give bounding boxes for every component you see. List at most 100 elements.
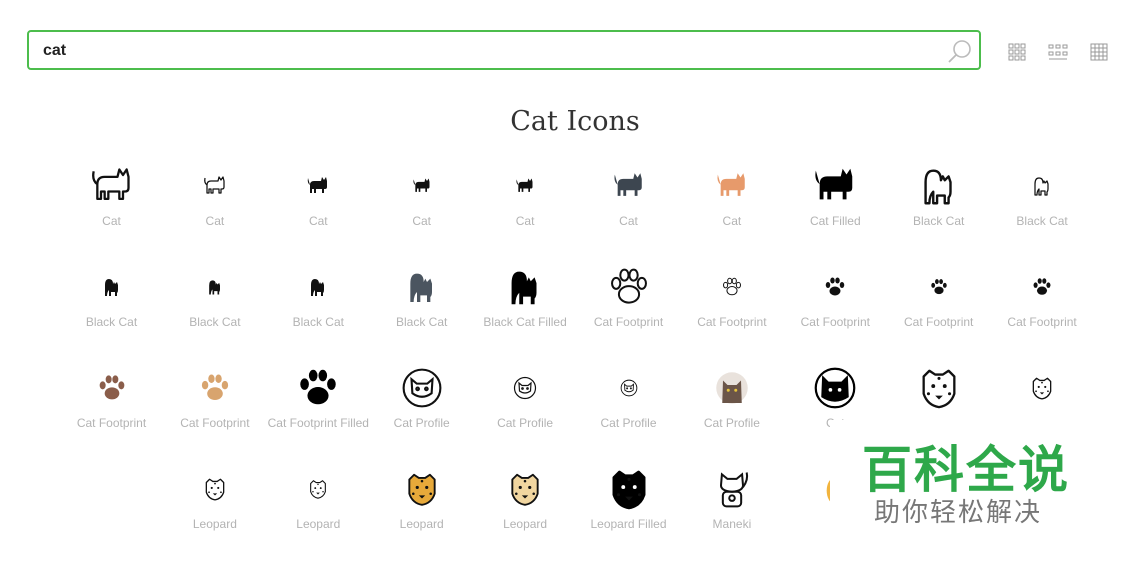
cat-profile-icon xyxy=(402,368,442,408)
maneki-icon xyxy=(719,472,749,508)
icon-tile[interactable]: Cat xyxy=(163,158,266,258)
cat-icon xyxy=(308,177,328,193)
icon-tile[interactable]: Cat Footprint xyxy=(163,360,266,460)
icon-tile[interactable]: Black Cat Filled xyxy=(474,259,577,359)
icon-tile[interactable]: Leopard xyxy=(370,461,473,561)
icon-label: Cat Footprint xyxy=(593,315,664,329)
cat-footprint-icon xyxy=(201,374,228,401)
icon-label: Leopard Filled xyxy=(590,517,667,531)
icon-tile[interactable]: Cat Footprint xyxy=(680,259,783,359)
icon-label: Cat Footprint xyxy=(904,315,974,329)
icon-tile[interactable]: Cat xyxy=(680,158,783,258)
icon-tile[interactable]: Cat Profile xyxy=(680,360,783,460)
black-cat-filled-icon xyxy=(511,271,537,305)
cat-footprint-icon xyxy=(826,277,845,296)
icon-tile[interactable]: Cat Footprint xyxy=(784,259,887,359)
watermark: 百科全说 助你轻松解决 xyxy=(830,420,1134,566)
cat-icon xyxy=(91,168,130,200)
cat-icon xyxy=(204,176,225,194)
icon-label: Cat xyxy=(515,214,535,228)
icon-tile[interactable]: Leopard xyxy=(163,461,266,561)
icon-tile[interactable]: Cat xyxy=(267,158,370,258)
icon-label: Black Cat xyxy=(1016,214,1068,228)
icon-label: Cat Footprint xyxy=(800,315,870,329)
cat-profile-icon xyxy=(513,376,537,400)
icon-label: Cat Profile xyxy=(393,416,450,430)
cat-icon xyxy=(717,173,745,196)
icon-tile[interactable]: Cat Profile xyxy=(370,360,473,460)
icon-label: Cat Footprint xyxy=(697,315,767,329)
icon-tile[interactable]: Cat Profile xyxy=(577,360,680,460)
icon-label: Cat xyxy=(412,214,432,228)
leopard-filled-icon xyxy=(612,470,645,510)
icon-label: Cat Filled xyxy=(809,214,861,228)
cat-footprint-icon xyxy=(610,268,647,304)
icon-label: Cat xyxy=(205,214,225,228)
black-cat-icon xyxy=(1034,177,1049,196)
icon-label: Cat xyxy=(722,214,742,228)
icon-tile[interactable]: Leopard Filled xyxy=(577,461,680,561)
cat-icon xyxy=(1032,377,1052,400)
black-cat-icon xyxy=(410,273,432,302)
icon-tile[interactable]: Cat xyxy=(60,158,163,258)
icon-label: Cat xyxy=(102,214,121,228)
watermark-sub: 助你轻松解决 xyxy=(874,498,1043,528)
icon-label: Cat Footprint xyxy=(1007,315,1077,329)
icon-tile[interactable]: Cat Footprint xyxy=(577,259,680,359)
icon-tile[interactable]: Cat xyxy=(577,158,680,258)
black-cat-icon xyxy=(311,279,325,296)
icon-label: Leopard xyxy=(399,517,444,531)
cat-icon xyxy=(413,178,430,192)
black-cat-icon xyxy=(924,169,952,205)
icon-label: Black Cat xyxy=(85,315,138,329)
cat-footprint-filled-icon xyxy=(300,369,337,405)
icon-tile[interactable]: Cat xyxy=(370,158,473,258)
icon-tile[interactable]: Cat Footprint xyxy=(887,259,990,359)
icon-tile[interactable]: Black Cat xyxy=(370,259,473,359)
icon-label: Black Cat xyxy=(292,315,344,329)
leopard-icon xyxy=(511,473,539,506)
icon-tile[interactable]: Leopard xyxy=(267,461,370,561)
icon-tile[interactable]: Black Cat xyxy=(163,259,266,359)
icon-label: Cat Footprint xyxy=(180,416,250,430)
cat-profile-icon xyxy=(620,379,637,397)
icon-tile[interactable]: Leopard xyxy=(474,461,577,561)
cat-footprint-icon xyxy=(99,375,124,400)
black-cat-icon xyxy=(209,280,220,295)
icon-tile[interactable]: Black Cat xyxy=(267,259,370,359)
icon-tile[interactable]: Cat xyxy=(474,158,577,258)
icon-label: Black Cat Filled xyxy=(483,315,567,329)
icon-label: Leopard xyxy=(503,517,548,531)
icon-label: Maneki xyxy=(712,517,752,531)
icon-tile[interactable]: Cat Footprint xyxy=(60,360,163,460)
icon-tile[interactable]: Black Cat xyxy=(60,259,163,359)
icon-label: Cat xyxy=(619,214,638,228)
search-icon[interactable] xyxy=(947,38,973,64)
icon-label: Leopard xyxy=(192,517,237,531)
icon-label: Black Cat xyxy=(913,214,965,228)
icon-tile[interactable]: Cat Footprint xyxy=(991,259,1094,359)
leopard-icon xyxy=(205,478,225,501)
view-list-grid-icon[interactable] xyxy=(1089,42,1109,62)
cat-icon xyxy=(814,367,856,409)
search-box[interactable] xyxy=(27,30,981,70)
cat-footprint-icon xyxy=(722,277,741,296)
icon-tile[interactable]: Black Cat xyxy=(887,158,990,258)
icon-label: Cat Footprint Filled xyxy=(267,416,369,430)
icon-tile[interactable]: Maneki xyxy=(680,461,783,561)
icon-label: Cat Footprint xyxy=(76,416,147,430)
page-title: Cat Icons xyxy=(510,106,640,137)
icon-label: Cat Profile xyxy=(600,416,657,430)
icon-tile[interactable]: Cat Filled xyxy=(784,158,887,258)
cat-footprint-icon xyxy=(930,279,947,295)
view-medium-grid-icon[interactable] xyxy=(1048,42,1068,62)
icon-tile[interactable]: Cat Profile xyxy=(474,360,577,460)
search-input[interactable] xyxy=(41,32,925,70)
cat-icon xyxy=(516,178,533,192)
icon-tile[interactable]: Cat Footprint Filled xyxy=(267,360,370,460)
icon-tile[interactable]: Black Cat xyxy=(991,158,1094,258)
icon-label: Leopard xyxy=(296,517,341,531)
view-small-grid-icon[interactable] xyxy=(1007,42,1027,62)
icon-label: Black Cat xyxy=(189,315,241,329)
icon-label: Cat Profile xyxy=(497,416,554,430)
